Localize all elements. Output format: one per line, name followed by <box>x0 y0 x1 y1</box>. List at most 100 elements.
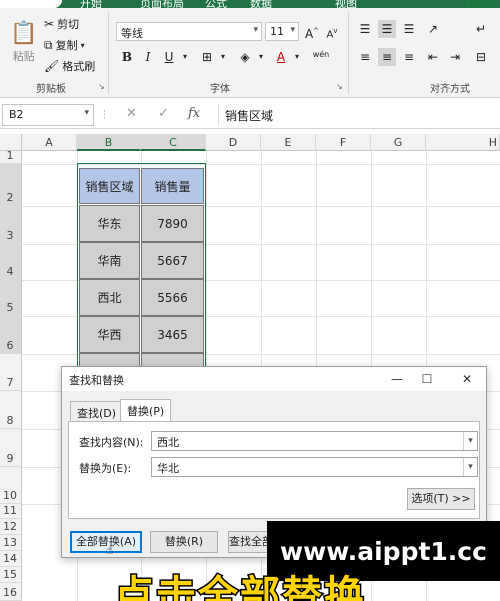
ribbon-tab[interactable]: 页面布局 <box>140 0 184 8</box>
row-header[interactable]: 9 <box>0 429 22 467</box>
cut-button[interactable]: ✂ 剪切 <box>44 16 79 32</box>
replace-label: 替换为(E): <box>79 462 132 475</box>
dialog-launcher-icon[interactable]: ↘ <box>98 82 105 91</box>
replace-button[interactable]: 替换(R) <box>150 531 218 553</box>
table-cell[interactable] <box>141 353 204 367</box>
ribbon-tab-strip: 开始 页面布局 公式 数据 视图 <box>0 0 500 8</box>
chevron-down-icon[interactable]: ▾ <box>288 48 306 66</box>
formula-bar: B2 ▾ ⋮ ✕ ✓ fx 销售区域 <box>0 101 500 129</box>
align-right-icon[interactable]: ≡ <box>400 48 418 66</box>
ribbon-tab[interactable]: 视图 <box>335 0 357 8</box>
ribbon-tab[interactable]: 公式 <box>205 0 227 8</box>
align-center-icon[interactable]: ≡ <box>378 48 396 66</box>
table-cell[interactable]: 华东 <box>79 205 140 242</box>
find-input[interactable]: 西北 ▾ <box>151 431 478 451</box>
options-button[interactable]: 选项(T) >> <box>407 488 475 510</box>
shrink-font-button[interactable]: Av <box>323 22 341 40</box>
tab-replace[interactable]: 替换(P) <box>120 399 172 422</box>
dialog-launcher-icon[interactable]: ↘ <box>336 82 343 91</box>
column-header-f[interactable]: F <box>316 134 371 151</box>
row-header[interactable]: 8 <box>0 391 22 429</box>
close-icon[interactable]: ✕ <box>456 370 478 388</box>
italic-button[interactable]: I <box>139 48 157 66</box>
table-cell[interactable]: 华西 <box>79 316 140 353</box>
table-header-cell[interactable]: 销售量 <box>141 168 204 204</box>
column-header-h[interactable]: H <box>426 134 500 151</box>
column-header-d[interactable]: D <box>206 134 261 151</box>
row-header[interactable]: 5 <box>0 280 22 316</box>
table-cell[interactable]: 5667 <box>141 242 204 279</box>
find-all-button[interactable]: 查找全部(I) <box>228 531 268 553</box>
grow-font-button[interactable]: A^ <box>303 22 321 41</box>
mouse-pointer-icon: ☝ <box>106 543 114 557</box>
name-box[interactable]: B2 ▾ <box>2 104 94 126</box>
column-header-b[interactable]: B <box>77 134 141 151</box>
formula-input[interactable]: 销售区域 <box>218 104 500 126</box>
row-header[interactable]: 3 <box>0 206 22 244</box>
row-header[interactable]: 2 <box>0 164 22 206</box>
column-header-g[interactable]: G <box>371 134 426 151</box>
chevron-down-icon[interactable]: ▾ <box>214 48 232 66</box>
column-header-e[interactable]: E <box>261 134 316 151</box>
chevron-down-icon[interactable]: ▾ <box>252 48 270 66</box>
quick-access-area <box>0 0 62 8</box>
chevron-down-icon[interactable]: ▾ <box>463 458 477 476</box>
merge-center-icon[interactable]: ⊟ <box>472 48 490 66</box>
enter-icon[interactable]: ✓ <box>158 106 169 121</box>
ribbon-tab[interactable]: 数据 <box>250 0 272 8</box>
table-cell[interactable]: 3465 <box>141 316 204 353</box>
minimize-icon[interactable]: — <box>386 370 408 388</box>
align-middle-icon[interactable]: ☰ <box>378 20 396 38</box>
table-header-cell[interactable]: 销售区域 <box>79 168 140 204</box>
ribbon-tab[interactable]: 开始 <box>80 0 102 8</box>
divider <box>108 12 109 94</box>
table-cell[interactable]: 5566 <box>141 279 204 316</box>
caption-text: 点击全部替换 <box>114 572 366 601</box>
maximize-icon[interactable]: ☐ <box>416 370 438 388</box>
row-header[interactable]: 10 <box>0 467 22 504</box>
paintbrush-icon: 🖌 <box>44 59 60 73</box>
chevron-down-icon[interactable]: ▾ <box>176 48 194 66</box>
tab-find[interactable]: 查找(D) <box>70 401 124 421</box>
wrap-text-icon[interactable]: ↵ <box>472 20 490 38</box>
orientation-icon[interactable]: ↗ <box>424 20 442 38</box>
table-cell[interactable]: 西北 <box>79 279 140 316</box>
copy-button[interactable]: ⧉ 复制 ▾ <box>44 37 85 53</box>
bold-button[interactable]: B <box>118 48 136 66</box>
font-name-select[interactable]: 等线 ▾ <box>116 22 262 41</box>
paste-button[interactable]: 📋 粘贴 <box>10 22 37 64</box>
table-cell[interactable] <box>79 353 140 367</box>
column-header-c[interactable]: C <box>141 134 206 151</box>
row-header[interactable]: 11 <box>0 504 22 519</box>
align-top-icon[interactable]: ☰ <box>356 20 374 38</box>
increase-indent-icon[interactable]: ⇥ <box>446 48 464 66</box>
dialog-titlebar[interactable]: 查找和替换 — ☐ ✕ <box>62 367 486 391</box>
phonetic-guide-button[interactable]: wén <box>310 46 332 64</box>
insert-function-icon[interactable]: fx <box>188 106 200 121</box>
chevron-down-icon[interactable]: ▾ <box>463 432 477 450</box>
font-group-label: 字体 <box>210 84 230 95</box>
column-header-a[interactable]: A <box>22 134 77 151</box>
formula-actions: ⋮ ✕ ✓ fx <box>100 104 216 126</box>
format-painter-button[interactable]: 🖌 格式刷 <box>44 58 95 74</box>
row-header[interactable]: 16 <box>0 583 22 601</box>
row-header[interactable]: 4 <box>0 244 22 280</box>
replace-input[interactable]: 华北 ▾ <box>151 457 478 477</box>
table-cell[interactable]: 7890 <box>141 205 204 242</box>
row-header[interactable]: 13 <box>0 535 22 551</box>
row-header[interactable]: 14 <box>0 551 22 567</box>
decrease-indent-icon[interactable]: ⇤ <box>424 48 442 66</box>
align-bottom-icon[interactable]: ☰ <box>400 20 418 38</box>
align-left-icon[interactable]: ≡ <box>356 48 374 66</box>
cancel-icon[interactable]: ✕ <box>126 106 137 121</box>
row-header[interactable]: 1 <box>0 149 22 164</box>
row-header[interactable]: 6 <box>0 316 22 354</box>
clipboard-group-label: 剪贴板 <box>36 84 66 95</box>
row-header[interactable]: 12 <box>0 519 22 535</box>
video-caption: 点击全部替换 <box>114 560 394 601</box>
row-header[interactable]: 7 <box>0 354 22 391</box>
row-header[interactable]: 15 <box>0 567 22 583</box>
dialog-title: 查找和替换 <box>69 374 124 387</box>
font-size-select[interactable]: 11 ▾ <box>265 22 299 41</box>
table-cell[interactable]: 华南 <box>79 242 140 279</box>
